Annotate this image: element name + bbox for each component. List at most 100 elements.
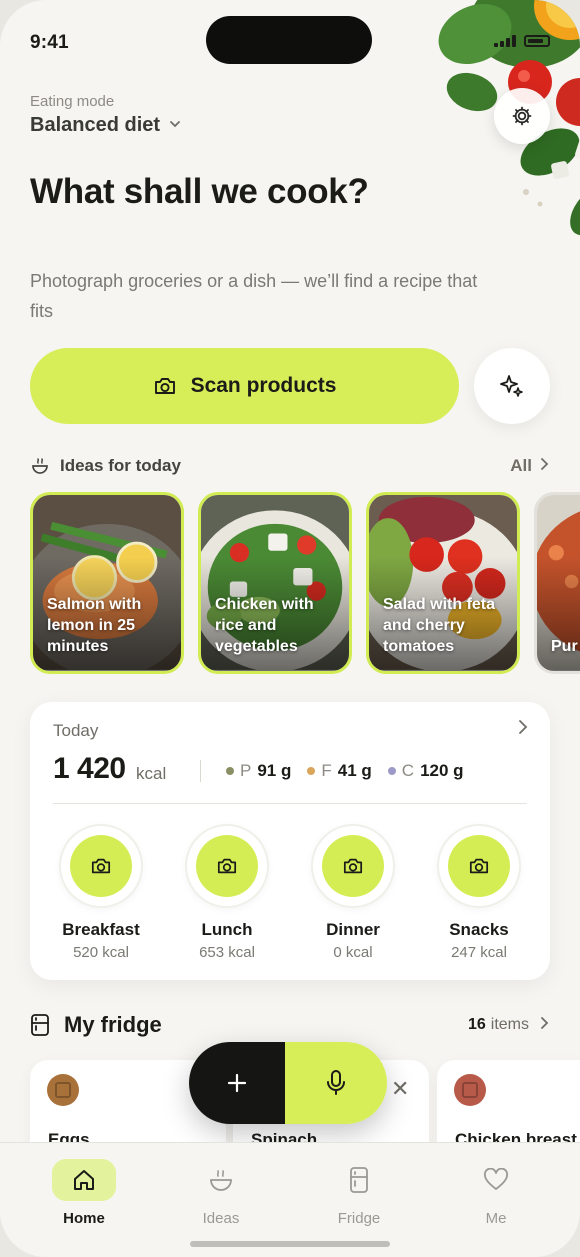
idea-card-caption: Salad with feta and cherry tomatoes xyxy=(383,596,496,655)
ideas-all-label: All xyxy=(510,456,532,475)
settings-button[interactable] xyxy=(494,88,550,144)
meal-dinner[interactable]: Dinner 0 kcal xyxy=(298,824,408,961)
voice-input-button[interactable] xyxy=(285,1042,387,1124)
macros-row: P 91 g F 41 g C 120 g xyxy=(226,761,464,781)
eating-mode-selector[interactable]: Balanced diet xyxy=(30,114,182,137)
tab-label: Home xyxy=(63,1210,105,1227)
tab-label: Me xyxy=(485,1210,507,1227)
tab-fridge[interactable]: Fridge xyxy=(311,1159,407,1227)
sparkles-icon xyxy=(500,375,523,397)
macro-dot xyxy=(226,767,234,775)
macro-carbs: C 120 g xyxy=(387,761,464,781)
camera-icon xyxy=(217,858,237,874)
app-screen: 9:41 Eating mode Balanced diet What shal… xyxy=(0,0,580,1257)
tab-home[interactable]: Home xyxy=(36,1159,132,1227)
macro-value: 91 g xyxy=(257,761,292,780)
meals-row: Breakfast 520 kcal Lunch 653 kcal Dinner… xyxy=(30,824,550,961)
macro-protein: P 91 g xyxy=(226,761,291,781)
fridge-items-label: items xyxy=(490,1016,529,1033)
microphone-icon xyxy=(327,1070,345,1095)
tab-label: Fridge xyxy=(337,1210,381,1227)
camera-icon xyxy=(154,378,175,394)
macro-letter: F xyxy=(321,761,332,780)
fridge-title-group: My fridge xyxy=(30,1012,162,1038)
macro-value: 120 g xyxy=(420,761,464,780)
fridge-icon xyxy=(31,1014,49,1036)
idea-card-caption: Salmon with lemon in 25 minutes xyxy=(47,596,142,655)
close-icon[interactable]: ✕ xyxy=(391,1076,409,1102)
ideas-carousel[interactable]: Salmon with lemon in 25 minutes Chicken … xyxy=(30,492,580,676)
camera-icon xyxy=(343,858,363,874)
bowl-icon xyxy=(210,1170,232,1191)
plus-icon xyxy=(227,1073,247,1093)
bowl-icon xyxy=(32,458,48,474)
eating-mode-value: Balanced diet xyxy=(30,114,161,136)
add-button[interactable] xyxy=(189,1042,285,1124)
ideas-all-link[interactable]: All xyxy=(510,456,550,476)
meal-kcal: 0 kcal xyxy=(333,944,373,961)
camera-icon xyxy=(469,858,489,874)
meal-name: Breakfast xyxy=(62,920,140,939)
meal-name: Snacks xyxy=(449,920,509,939)
meal-name: Dinner xyxy=(326,920,380,939)
meal-camera-button[interactable] xyxy=(70,835,132,897)
battery-icon xyxy=(524,35,550,47)
idea-card-feta-salad[interactable]: Salad with feta and cherry tomatoes xyxy=(366,492,520,674)
divider xyxy=(200,760,201,782)
status-time: 9:41 xyxy=(30,32,69,53)
camera-icon xyxy=(91,858,111,874)
fridge-title: My fridge xyxy=(64,1012,162,1037)
today-kcal-value: 1 420 xyxy=(53,752,126,785)
macro-dot xyxy=(387,767,396,775)
today-label: Today xyxy=(53,721,99,740)
meal-name: Lunch xyxy=(201,920,253,939)
scan-products-label: Scan products xyxy=(190,374,337,397)
chevron-right-icon[interactable] xyxy=(518,718,528,741)
meal-camera-button[interactable] xyxy=(322,835,384,897)
macro-letter: P xyxy=(240,761,252,780)
idea-card-caption: Pur sou xyxy=(551,638,580,655)
today-summary-card[interactable]: Today 1 420 kcal P 91 g F 41 g C 120 g B… xyxy=(30,702,550,980)
signal-icon xyxy=(494,35,516,47)
divider xyxy=(53,803,527,804)
page-title: What shall we cook? xyxy=(30,172,369,211)
macro-letter: C xyxy=(401,761,415,780)
meal-kcal: 653 kcal xyxy=(199,944,255,961)
tab-label: Ideas xyxy=(202,1210,240,1227)
quick-add-pill xyxy=(189,1042,387,1124)
ideas-title-group: Ideas for today xyxy=(30,456,181,476)
scan-products-button[interactable]: Scan products xyxy=(30,348,459,424)
idea-card-caption: Chicken with rice and vegetables xyxy=(215,596,314,655)
page-subtitle: Photograph groceries or a dish — we’ll f… xyxy=(30,271,478,321)
meal-snacks[interactable]: Snacks 247 kcal xyxy=(424,824,534,961)
idea-card-salmon[interactable]: Salmon with lemon in 25 minutes xyxy=(30,492,184,674)
status-icons xyxy=(494,35,550,47)
eating-mode-label: Eating mode xyxy=(30,93,115,110)
today-kcal-unit: kcal xyxy=(136,764,167,783)
heart-icon xyxy=(484,1168,508,1190)
macro-dot xyxy=(307,767,316,775)
vegetables-image xyxy=(438,0,580,236)
tab-bar: Home Ideas Fridge Me xyxy=(0,1142,580,1257)
meal-camera-button[interactable] xyxy=(448,835,510,897)
gear-icon xyxy=(512,106,532,126)
ideas-header: Ideas for today All xyxy=(30,456,550,476)
idea-card-chicken[interactable]: Chicken with rice and vegetables xyxy=(198,492,352,674)
fridge-items-count: 16 xyxy=(467,1016,486,1033)
meal-kcal: 247 kcal xyxy=(451,944,507,961)
macro-value: 41 g xyxy=(337,761,372,780)
meal-breakfast[interactable]: Breakfast 520 kcal xyxy=(46,824,156,961)
idea-card-soup[interactable]: Pur sou xyxy=(534,492,580,674)
meal-lunch[interactable]: Lunch 653 kcal xyxy=(172,824,282,961)
macro-fat: F 41 g xyxy=(307,761,372,781)
fridge-items-link[interactable]: 16 items xyxy=(468,1016,550,1035)
tab-ideas[interactable]: Ideas xyxy=(173,1159,269,1227)
chevron-down-icon xyxy=(168,117,182,134)
meal-kcal: 520 kcal xyxy=(73,944,129,961)
chevron-right-icon xyxy=(540,1016,550,1035)
fridge-icon xyxy=(350,1167,368,1193)
meal-camera-button[interactable] xyxy=(196,835,258,897)
tab-me[interactable]: Me xyxy=(448,1159,544,1227)
ai-suggest-button[interactable] xyxy=(474,348,550,424)
ideas-title: Ideas for today xyxy=(60,456,181,475)
